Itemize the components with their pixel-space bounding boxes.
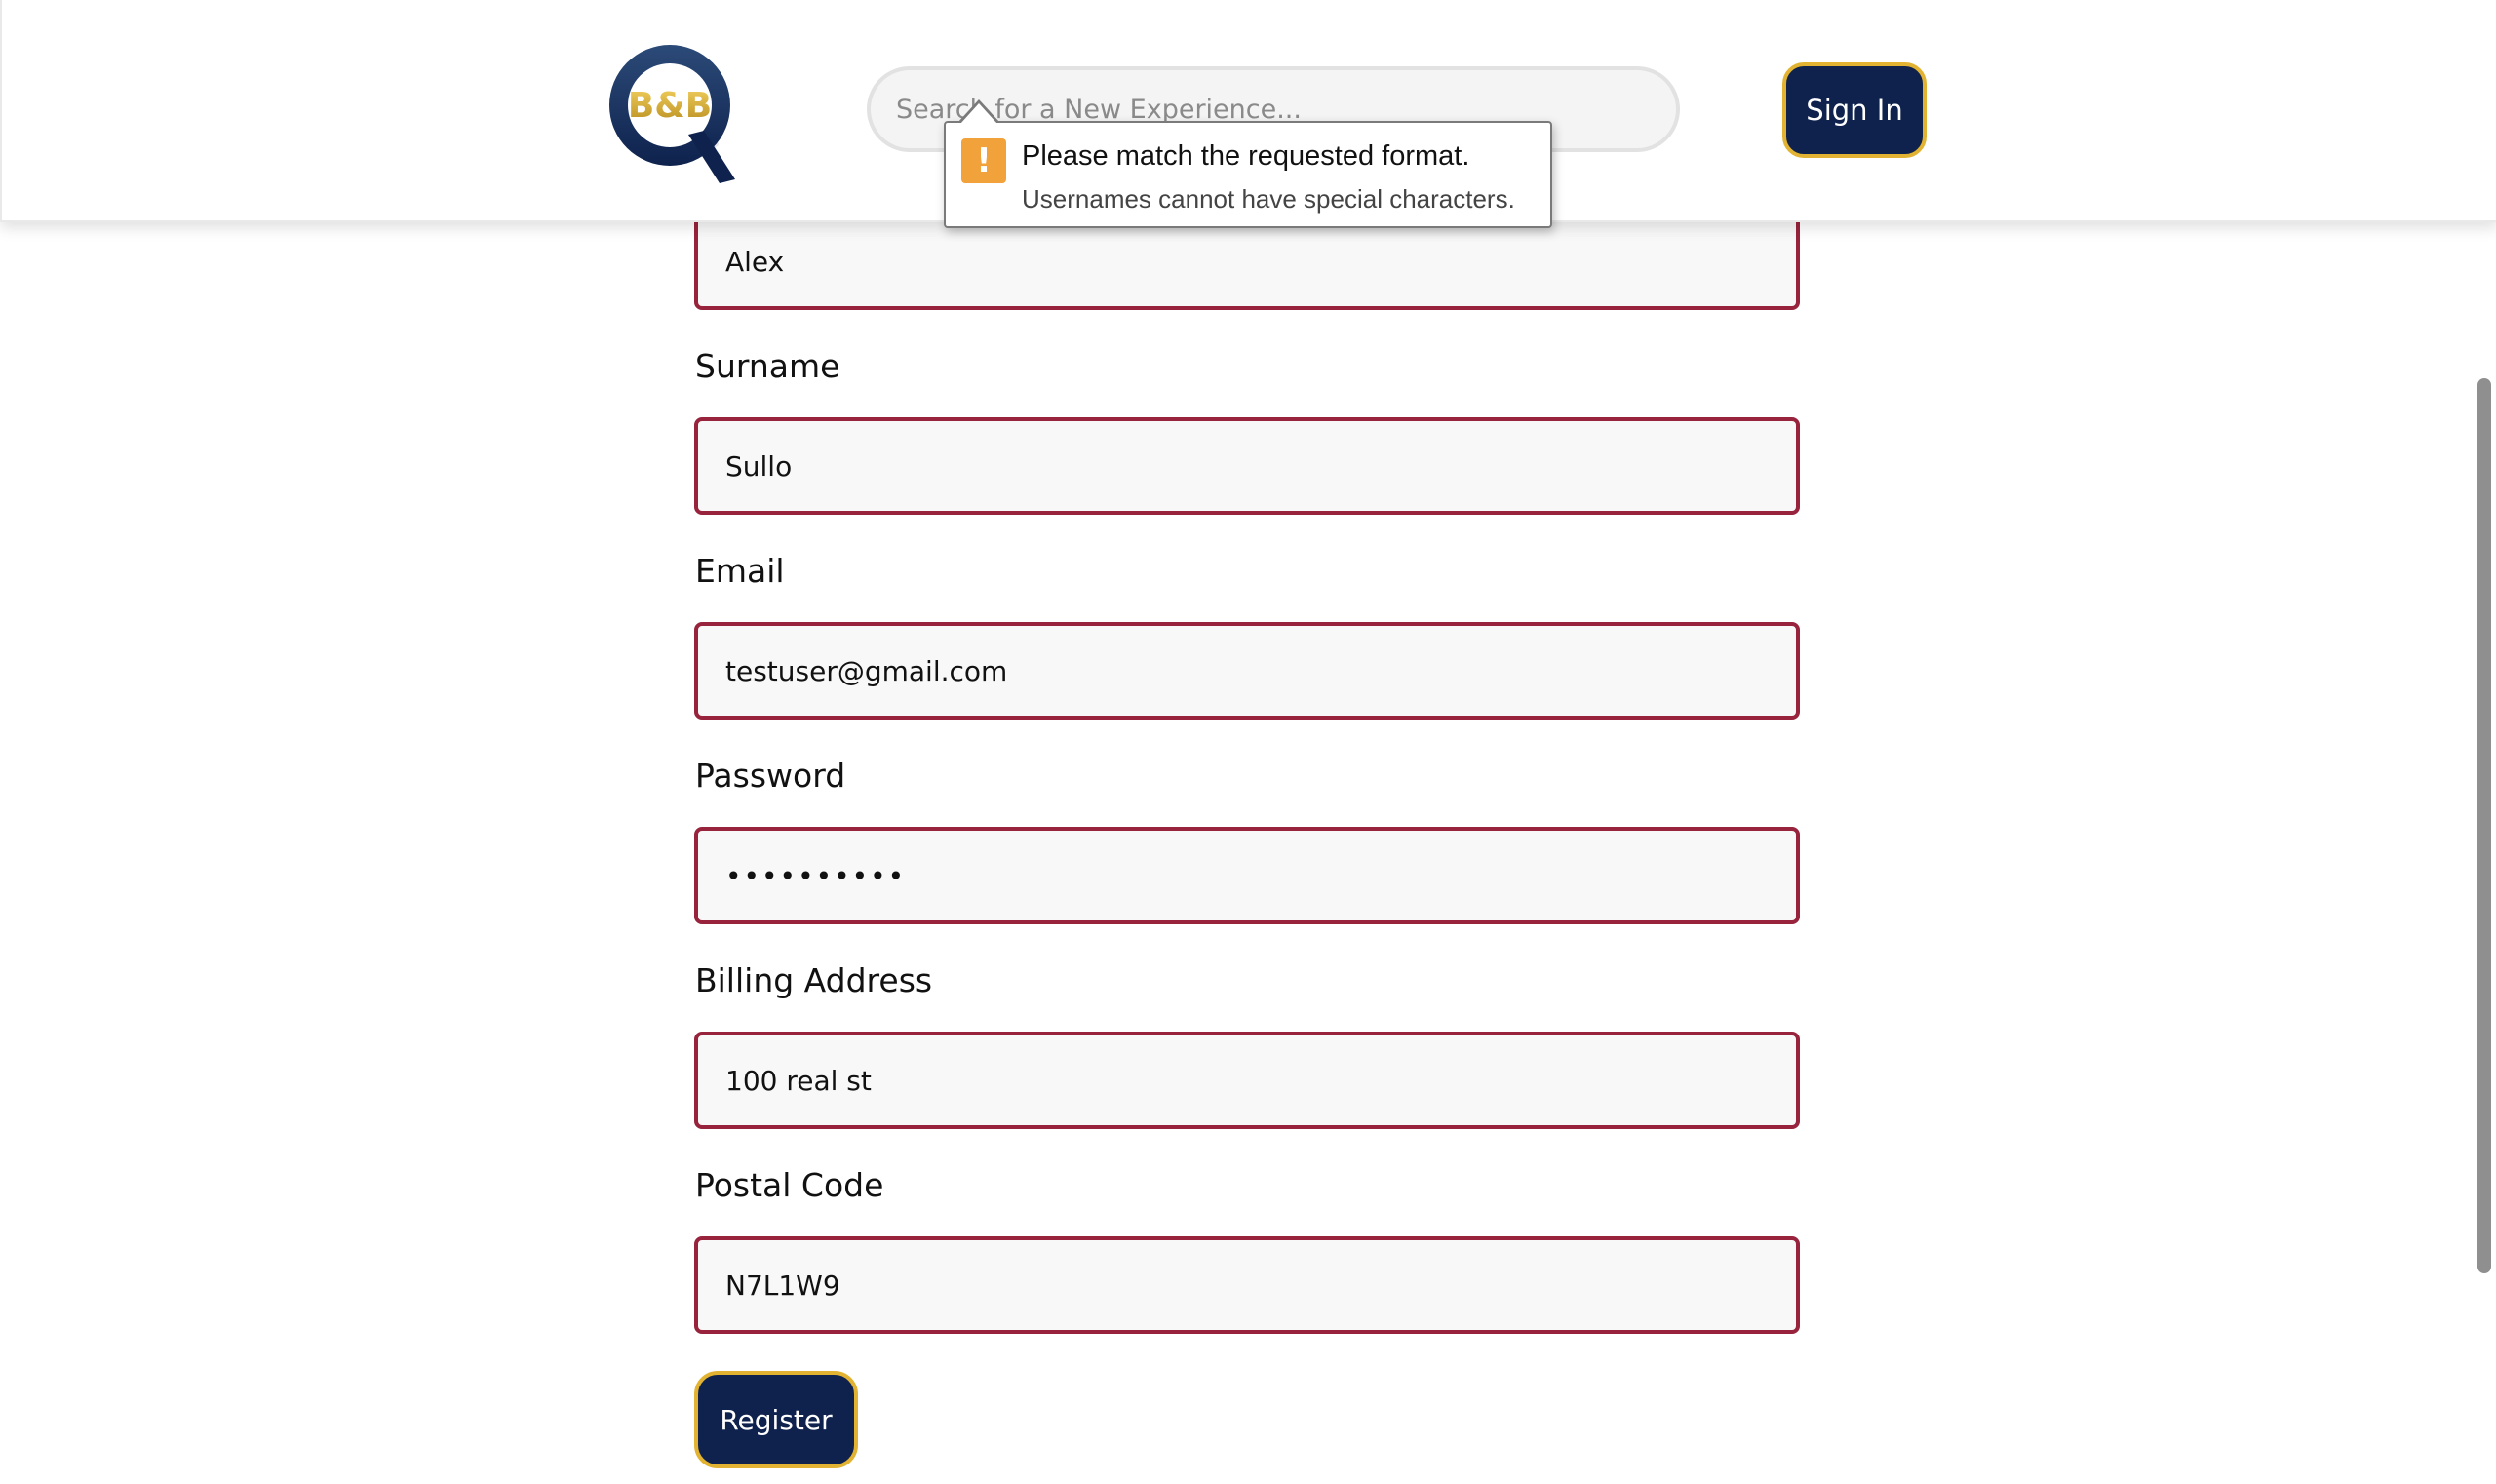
validation-tooltip: ! Please match the requested format. Use…	[944, 99, 1552, 228]
surname-label: Surname	[695, 347, 840, 385]
email-input[interactable]	[694, 622, 1800, 720]
logo-text: B&B	[628, 86, 712, 126]
email-label: Email	[695, 552, 785, 590]
password-input[interactable]	[694, 827, 1800, 924]
tooltip-arrow-fill	[960, 103, 997, 124]
tooltip-title: Please match the requested format.	[1022, 140, 1470, 172]
tooltip-message: Usernames cannot have special characters…	[1022, 184, 1515, 214]
postal-code-input[interactable]	[694, 1236, 1800, 1334]
warning-icon: !	[961, 138, 1006, 183]
surname-input[interactable]	[694, 417, 1800, 515]
sign-in-button[interactable]: Sign In	[1782, 62, 1927, 158]
page-scrollbar-thumb[interactable]	[2477, 378, 2491, 1273]
billing-address-input[interactable]	[694, 1032, 1800, 1129]
password-label: Password	[695, 757, 846, 795]
billing-address-label: Billing Address	[695, 961, 933, 999]
bnb-logo[interactable]: B&B	[599, 33, 745, 189]
postal-code-label: Postal Code	[695, 1166, 884, 1204]
register-button[interactable]: Register	[694, 1371, 858, 1468]
